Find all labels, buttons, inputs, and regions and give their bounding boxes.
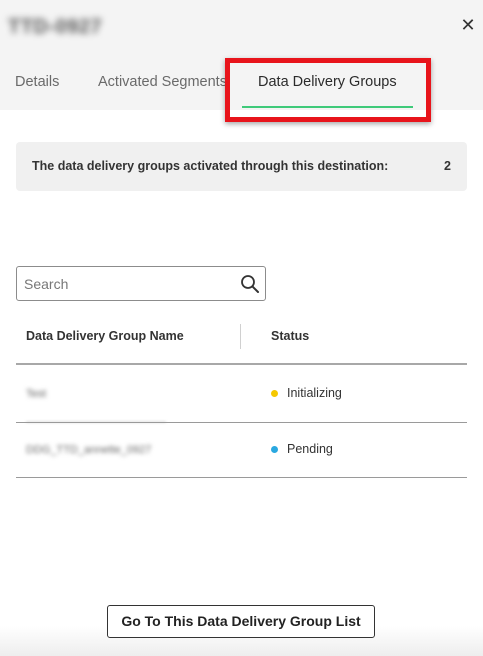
row-divider (16, 477, 467, 478)
destination-detail-panel: TTD-0927 ✕ Details Activated Segments Da… (0, 0, 483, 656)
column-divider (240, 324, 241, 349)
summary-count: 2 (444, 159, 451, 173)
search-box (16, 266, 266, 301)
table-row-name[interactable]: Test (26, 388, 46, 400)
row-divider (16, 422, 467, 423)
tab-details[interactable]: Details (15, 74, 59, 90)
table-row-name[interactable]: DDG_TTD_annette_0927 (26, 444, 151, 456)
status-label: Pending (287, 442, 333, 456)
column-header-status[interactable]: Status (271, 329, 309, 343)
status-cell: Initializing (271, 386, 342, 400)
close-icon[interactable]: ✕ (458, 14, 478, 36)
status-dot-icon (271, 445, 278, 453)
destination-title: TTD-0927 (8, 16, 103, 38)
panel-header: TTD-0927 ✕ Details Activated Segments Da… (0, 0, 483, 122)
search-input[interactable] (24, 274, 234, 294)
status-dot-icon (271, 389, 278, 397)
column-header-name[interactable]: Data Delivery Group Name (26, 329, 184, 343)
search-icon[interactable] (240, 274, 260, 294)
summary-box: The data delivery groups activated throu… (16, 142, 467, 191)
status-cell: Pending (271, 442, 333, 456)
status-label: Initializing (287, 386, 342, 400)
tab-activated-segments[interactable]: Activated Segments (98, 74, 227, 90)
summary-text: The data delivery groups activated throu… (32, 159, 389, 173)
go-to-ddg-list-button[interactable]: Go To This Data Delivery Group List (107, 605, 375, 638)
highlight-annotation (225, 58, 431, 122)
table-header-rule (16, 363, 467, 365)
